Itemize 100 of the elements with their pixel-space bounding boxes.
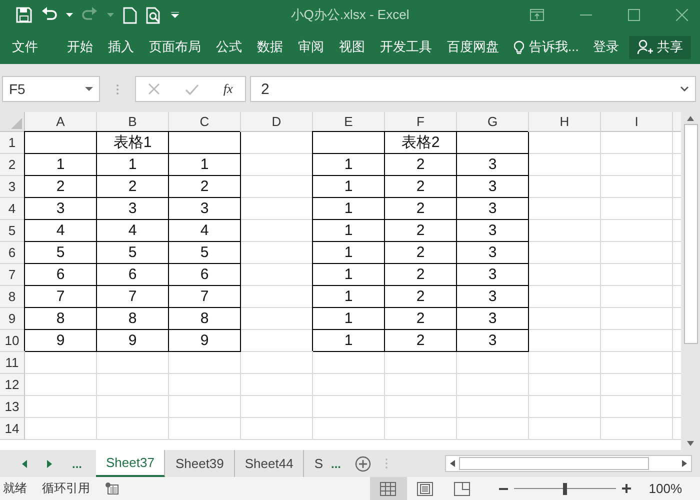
table-cell: 2 bbox=[97, 176, 169, 198]
row-header[interactable]: 9 bbox=[0, 308, 25, 330]
table-cell bbox=[601, 396, 673, 418]
zoom-level[interactable]: 100% bbox=[648, 481, 682, 496]
table-cell bbox=[313, 132, 385, 154]
row-header[interactable]: 13 bbox=[0, 396, 25, 418]
zoom-slider[interactable] bbox=[514, 482, 616, 494]
minimize-icon[interactable] bbox=[580, 14, 592, 16]
scroll-up-icon[interactable] bbox=[687, 116, 694, 121]
previous-sheet-icon[interactable] bbox=[22, 460, 27, 468]
column-header[interactable]: B bbox=[97, 112, 169, 132]
table-cell: 1 bbox=[313, 154, 385, 176]
column-header[interactable]: A bbox=[25, 112, 97, 132]
column-header[interactable]: H bbox=[529, 112, 601, 132]
table-cell bbox=[169, 132, 241, 154]
scroll-down-icon[interactable] bbox=[687, 441, 694, 446]
ribbon-tab[interactable]: 页面布局 bbox=[149, 38, 201, 56]
ribbon-tab[interactable]: 开始 bbox=[67, 38, 93, 56]
row-header[interactable]: 6 bbox=[0, 242, 25, 264]
new-document-icon[interactable] bbox=[123, 6, 137, 24]
table-cell: 1 bbox=[313, 242, 385, 264]
sheet-tab[interactable]: S bbox=[304, 450, 331, 477]
ribbon-tab[interactable]: 开发工具 bbox=[380, 38, 432, 56]
ribbon-tab[interactable]: 公式 bbox=[216, 38, 242, 56]
row-header[interactable]: 3 bbox=[0, 176, 25, 198]
sheet-tab[interactable]: Sheet37 bbox=[96, 450, 166, 476]
table-cell bbox=[529, 264, 601, 286]
ribbon-tab[interactable]: 数据 bbox=[257, 38, 283, 56]
save-icon[interactable] bbox=[16, 7, 32, 23]
row-header[interactable]: 11 bbox=[0, 352, 25, 374]
row-header[interactable]: 4 bbox=[0, 198, 25, 220]
check-icon[interactable] bbox=[184, 84, 199, 94]
table-cell: 1 bbox=[313, 308, 385, 330]
table-cell bbox=[313, 374, 385, 396]
row-header[interactable]: 2 bbox=[0, 154, 25, 176]
ribbon-tab[interactable]: 百度网盘 bbox=[447, 38, 499, 56]
row-header[interactable]: 7 bbox=[0, 264, 25, 286]
name-box[interactable]: F5 bbox=[2, 76, 100, 102]
undo-icon[interactable] bbox=[41, 7, 57, 23]
ribbon-tab[interactable]: 文件 bbox=[12, 38, 38, 56]
table-cell: 2 bbox=[385, 154, 457, 176]
horizontal-scrollbar[interactable] bbox=[445, 455, 692, 472]
sign-in-link[interactable]: 登录 bbox=[592, 38, 619, 56]
table-cell bbox=[457, 374, 529, 396]
table-cell: 8 bbox=[97, 308, 169, 330]
customize-caret-icon[interactable] bbox=[171, 12, 179, 18]
column-header[interactable]: E bbox=[313, 112, 385, 132]
table-cell bbox=[601, 154, 673, 176]
column-header[interactable]: D bbox=[241, 112, 313, 132]
table-cell: 2 bbox=[385, 286, 457, 308]
print-preview-icon[interactable] bbox=[146, 6, 162, 24]
caret-icon[interactable] bbox=[66, 12, 73, 18]
expand-caret-icon[interactable] bbox=[680, 86, 689, 92]
row-header[interactable]: 1 bbox=[0, 132, 25, 154]
insert-function-button[interactable]: fx bbox=[223, 81, 233, 97]
table-cell bbox=[25, 132, 97, 154]
table-cell: 1 bbox=[313, 330, 385, 352]
column-header[interactable]: G bbox=[457, 112, 529, 132]
person-add-icon bbox=[636, 39, 653, 55]
row-header[interactable]: 14 bbox=[0, 418, 25, 440]
formula-field[interactable]: 2 bbox=[250, 76, 696, 102]
zoom-slider-thumb[interactable] bbox=[562, 482, 567, 494]
scroll-right-icon[interactable] bbox=[682, 460, 687, 467]
table-cell bbox=[241, 396, 313, 418]
table-cell bbox=[529, 132, 601, 154]
caret-icon[interactable] bbox=[85, 86, 93, 92]
ribbon-tab[interactable]: 视图 bbox=[339, 38, 365, 56]
row-header[interactable]: 5 bbox=[0, 220, 25, 242]
tell-me-field[interactable]: 告诉我... bbox=[529, 38, 579, 56]
more-sheets-button[interactable]: ... bbox=[331, 456, 342, 470]
column-header[interactable]: F bbox=[385, 112, 457, 132]
window-title: 小Q办公.xlsx - Excel bbox=[290, 6, 410, 24]
table-cell bbox=[385, 418, 457, 440]
scroll-thumb[interactable] bbox=[459, 457, 649, 470]
column-header[interactable]: I bbox=[601, 112, 673, 132]
table-cell: 3 bbox=[457, 154, 529, 176]
ribbon-display-icon[interactable] bbox=[530, 9, 544, 21]
scroll-thumb[interactable] bbox=[684, 124, 698, 344]
more-sheets-button[interactable]: ... bbox=[72, 456, 82, 470]
next-sheet-icon[interactable] bbox=[47, 460, 52, 468]
view-button[interactable] bbox=[370, 477, 407, 500]
scroll-left-icon[interactable] bbox=[450, 460, 455, 467]
close-icon[interactable] bbox=[676, 9, 688, 21]
grip-icon[interactable] bbox=[385, 458, 388, 469]
grip-icon[interactable] bbox=[116, 84, 119, 94]
row-header[interactable]: 10 bbox=[0, 330, 25, 352]
row-header[interactable]: 12 bbox=[0, 374, 25, 396]
add-sheet-icon[interactable] bbox=[355, 456, 372, 472]
share-button[interactable]: 共享 bbox=[628, 36, 691, 58]
ribbon-tab[interactable]: 插入 bbox=[108, 38, 134, 56]
column-header[interactable]: C bbox=[169, 112, 241, 132]
page-layout-icon bbox=[417, 482, 434, 496]
maximize-icon[interactable] bbox=[628, 9, 640, 21]
table-cell bbox=[601, 352, 673, 374]
table-cell bbox=[601, 330, 673, 352]
zoom-in-icon[interactable] bbox=[622, 484, 631, 493]
ribbon-tab[interactable]: 审阅 bbox=[298, 38, 324, 56]
row-header[interactable]: 8 bbox=[0, 286, 25, 308]
macro-record-icon[interactable] bbox=[105, 482, 119, 495]
table-cell: 2 bbox=[385, 264, 457, 286]
